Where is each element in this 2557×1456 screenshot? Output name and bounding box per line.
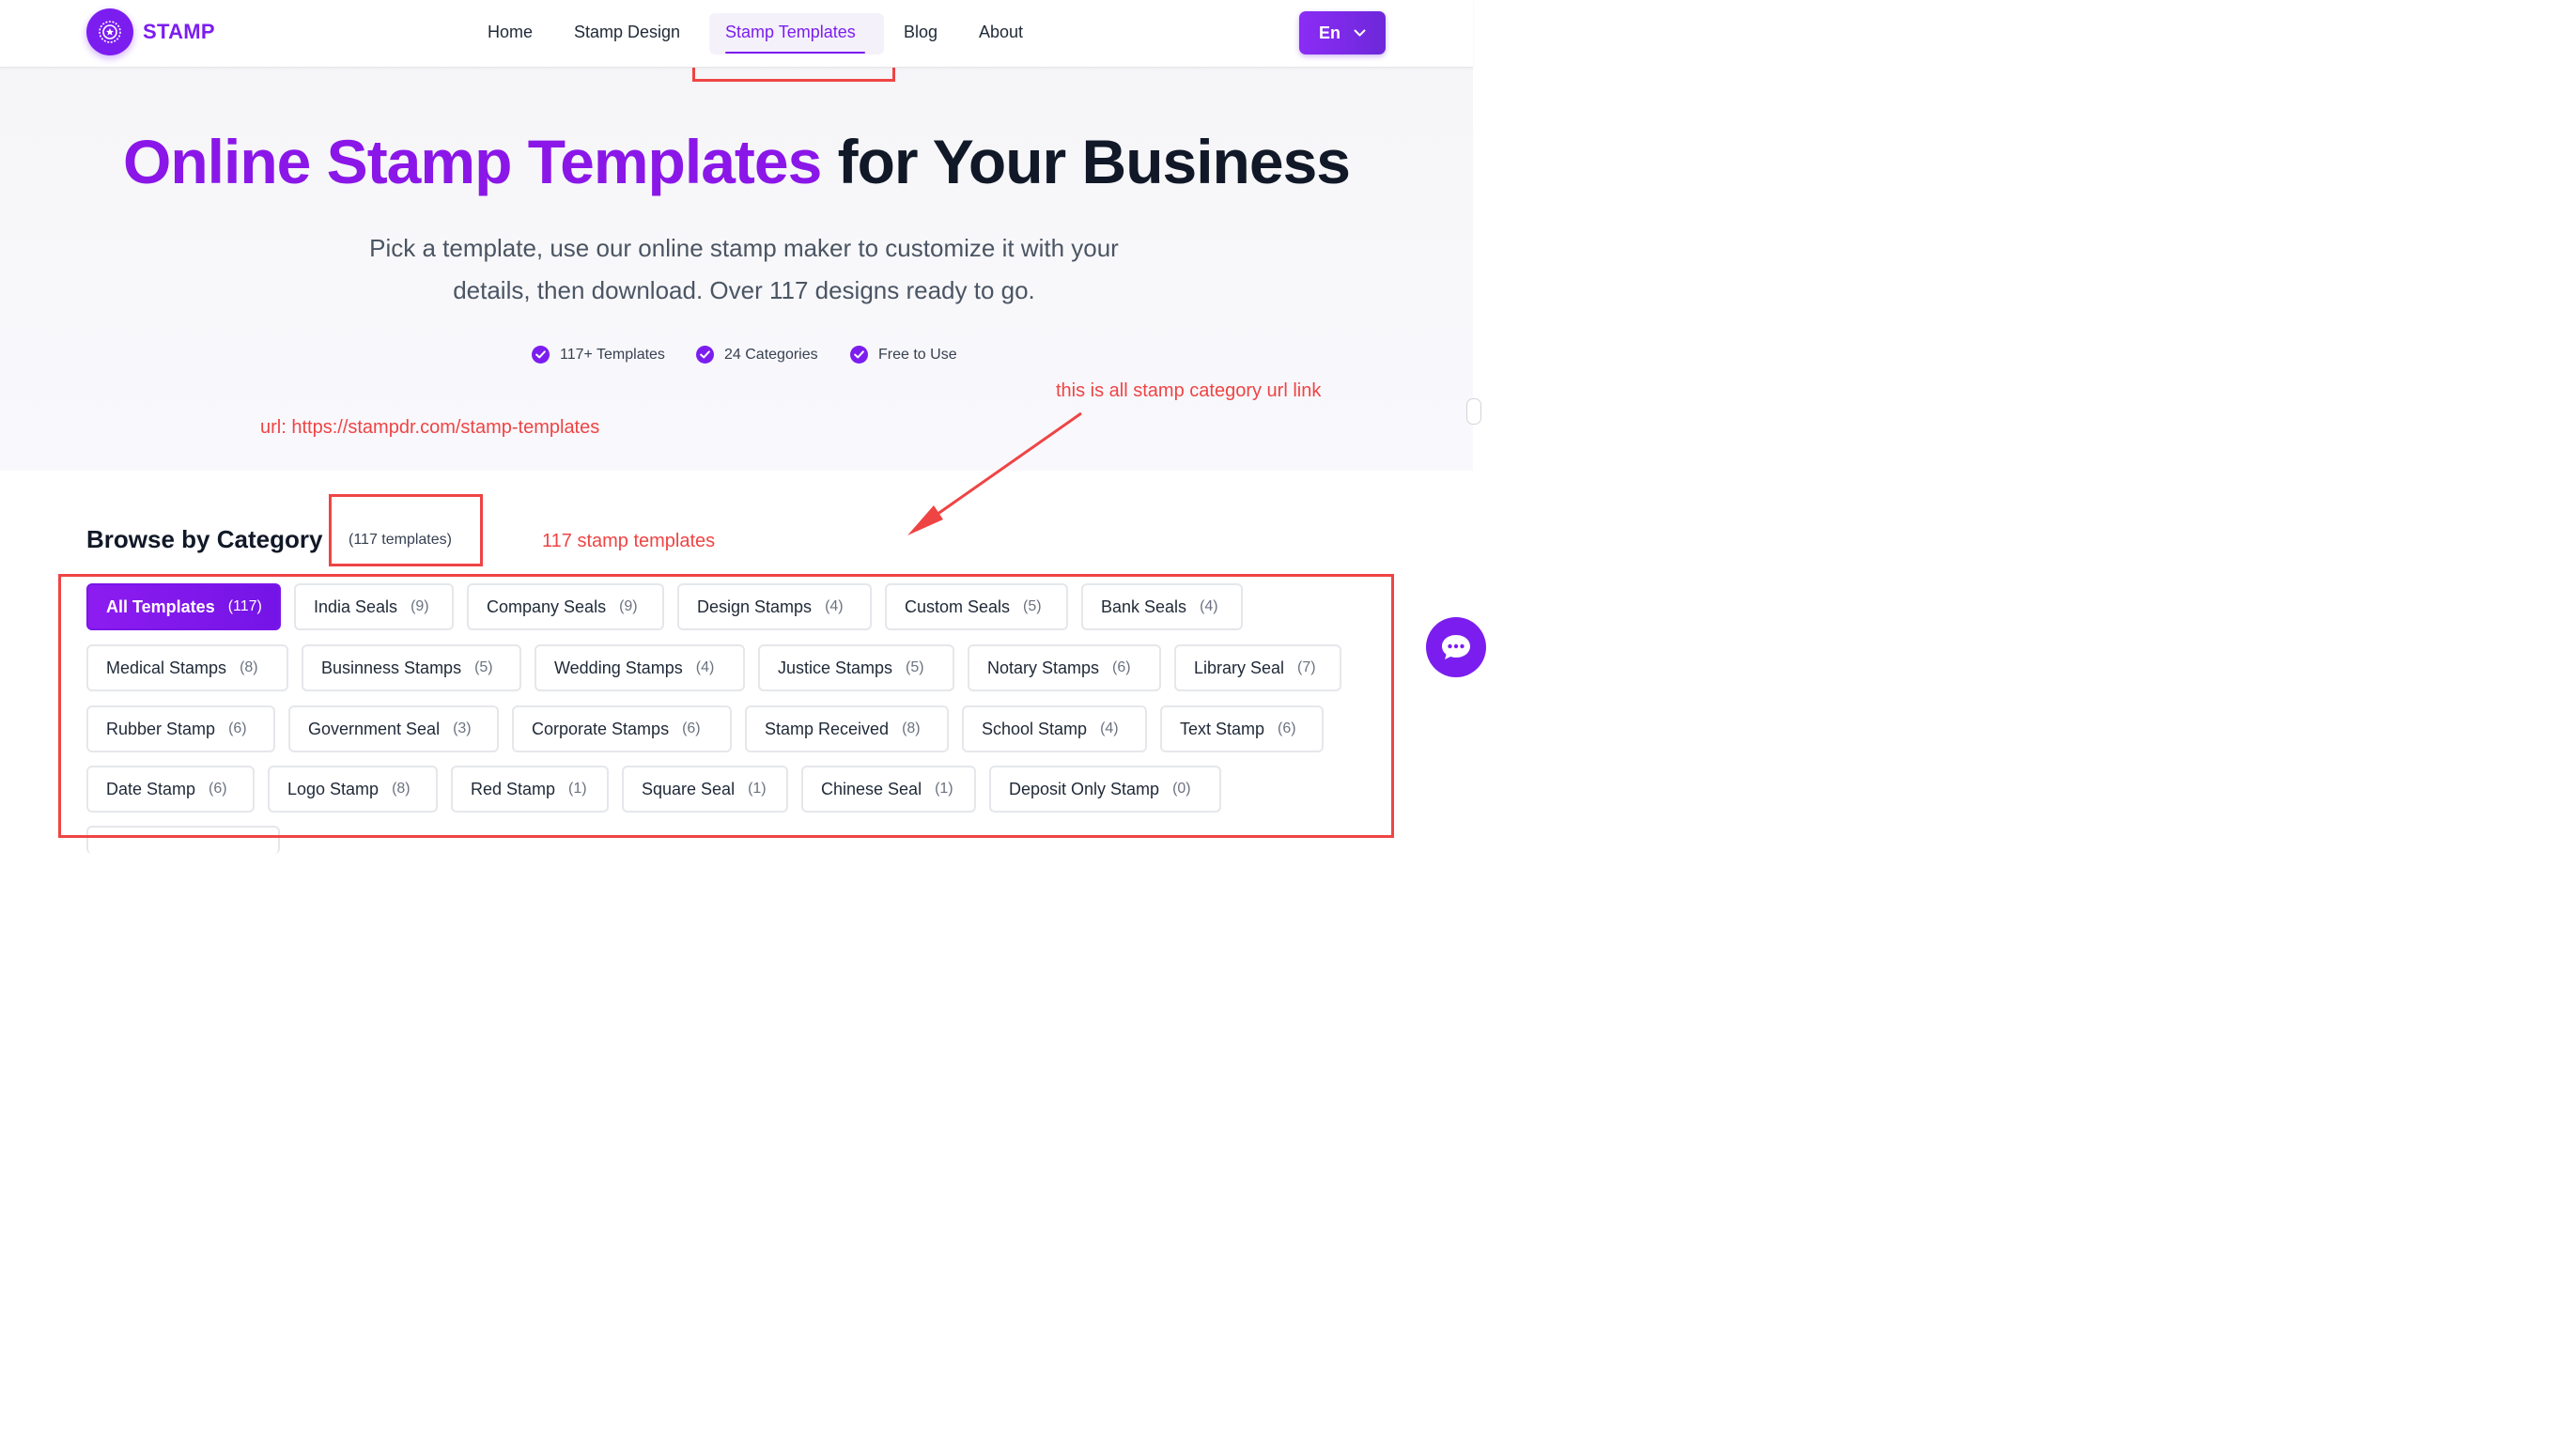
annotation-count-note: 117 stamp templates xyxy=(542,531,716,551)
top-navigation-bar: STAMP Home Stamp Design Stamp Templates … xyxy=(0,0,1473,68)
annotation-arrow xyxy=(907,411,1082,535)
language-label: En xyxy=(1318,23,1340,42)
active-tab-underline xyxy=(725,52,865,54)
nav-stamp-design[interactable]: Stamp Design xyxy=(574,23,680,42)
feature-label: 117+ Templates xyxy=(560,346,665,363)
annotation-box-categories xyxy=(58,574,1394,838)
annotation-category-note: this is all stamp category url link xyxy=(1056,380,1322,401)
hero-subtitle: Pick a template, use our online stamp ma… xyxy=(369,234,1119,304)
feature-label: Free to Use xyxy=(878,346,957,363)
nav-home[interactable]: Home xyxy=(488,23,533,42)
chevron-down-icon xyxy=(1354,29,1366,36)
page-title: Online Stamp Templates for Your Business xyxy=(0,126,1473,197)
feature-label: 24 Categories xyxy=(724,346,818,363)
nav-blog[interactable]: Blog xyxy=(904,23,938,42)
feature-item: 24 Categories xyxy=(696,346,818,364)
section-title: Browse by Category xyxy=(86,525,323,553)
chat-bubble-icon xyxy=(1442,635,1470,659)
annotation-url-note: url: https://stampdr.com/stamp-templates xyxy=(260,417,600,438)
nav-stamp-templates[interactable]: Stamp Templates xyxy=(725,23,856,42)
brand-name: STAMP xyxy=(143,20,215,43)
page-title-accent: Online Stamp Templates xyxy=(123,127,822,196)
check-circle-icon xyxy=(696,346,714,364)
nav-about[interactable]: About xyxy=(979,23,1023,42)
feature-item: 117+ Templates xyxy=(532,346,665,364)
chat-button[interactable] xyxy=(1426,617,1486,677)
check-circle-icon xyxy=(850,346,868,364)
language-selector[interactable]: En xyxy=(1299,11,1386,54)
brand-logo[interactable]: STAMP xyxy=(86,8,215,55)
stamp-logo-icon xyxy=(86,8,133,55)
feature-item: Free to Use xyxy=(850,346,957,364)
side-tab-handle[interactable] xyxy=(1466,398,1481,425)
check-circle-icon xyxy=(532,346,550,364)
page-title-rest: for Your Business xyxy=(837,127,1351,196)
annotation-box-count xyxy=(329,494,483,566)
